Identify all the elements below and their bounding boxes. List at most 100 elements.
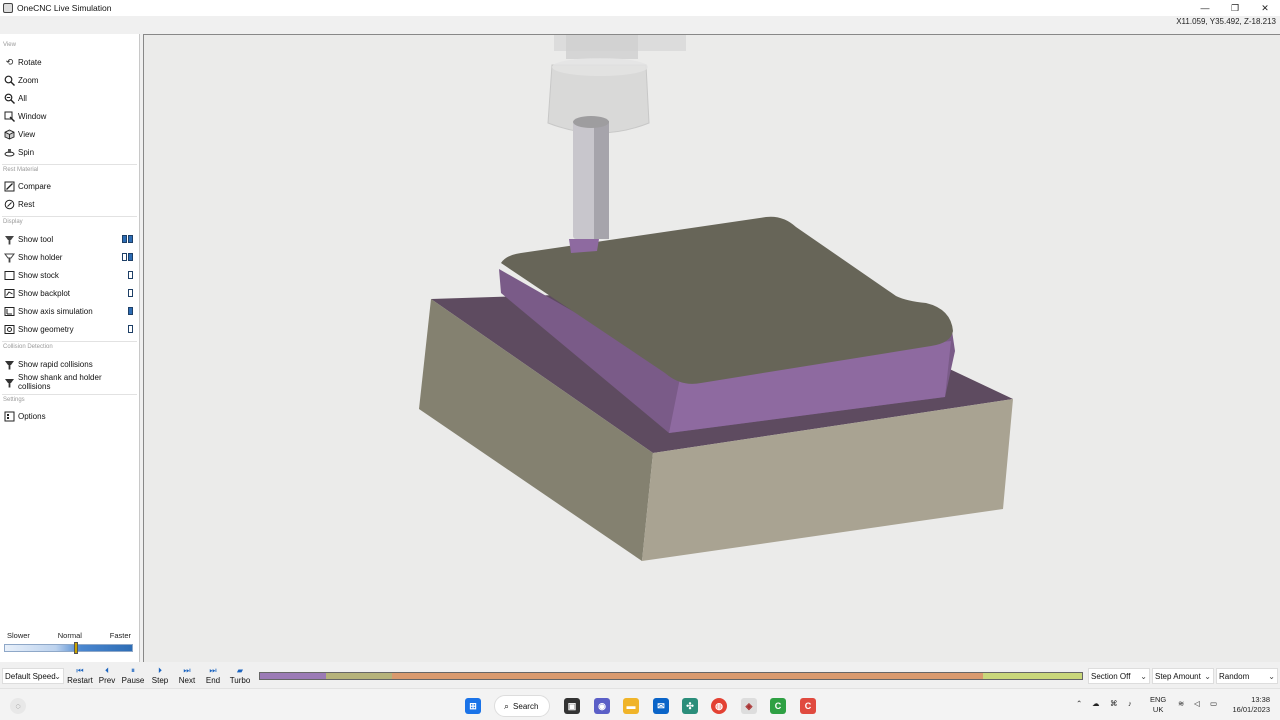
app-icon-teal[interactable]: ✣ bbox=[682, 698, 698, 714]
section-dropdown[interactable]: Section Off ⌄ bbox=[1088, 668, 1150, 684]
wifi-icon[interactable]: ≋ bbox=[1178, 699, 1184, 708]
group-label-collision: Collision Detection bbox=[3, 344, 53, 350]
start-icon[interactable]: ⊞ bbox=[465, 698, 481, 714]
holder-collar bbox=[566, 35, 638, 59]
simulation-progress-bar[interactable] bbox=[259, 672, 1083, 680]
step-amount-dropdown[interactable]: Step Amount ⌄ bbox=[1152, 668, 1214, 684]
prev-button[interactable]: ⏴ Prev bbox=[94, 666, 120, 687]
show-tool-checkbox[interactable] bbox=[122, 235, 133, 243]
step-button[interactable]: ⏵ Step bbox=[147, 666, 173, 687]
compare-button[interactable]: Compare bbox=[4, 178, 136, 194]
compare-icon bbox=[4, 181, 15, 192]
title-bar: OneCNC Live Simulation — ❐ ✕ bbox=[0, 0, 1280, 16]
show-tool-toggle[interactable]: Show tool bbox=[4, 231, 136, 247]
show-geometry-checkbox[interactable] bbox=[128, 325, 133, 333]
next-label: Next bbox=[178, 676, 196, 685]
app-icon-red[interactable]: C bbox=[800, 698, 816, 714]
show-backplot-checkbox[interactable] bbox=[128, 289, 133, 297]
pause-icon: ⏸ bbox=[131, 666, 135, 675]
step-amount-dropdown-value: Step Amount bbox=[1155, 671, 1201, 681]
chevron-down-icon: ⌄ bbox=[1204, 671, 1211, 681]
checkbox-off bbox=[128, 289, 133, 297]
show-axis-simulation-checkbox[interactable] bbox=[128, 307, 133, 315]
show-stock-checkbox[interactable] bbox=[128, 271, 133, 279]
spin-label: Spin bbox=[18, 147, 35, 157]
speed-normal-label: Normal bbox=[57, 631, 82, 640]
language-indicator[interactable]: ENG UK bbox=[1150, 695, 1166, 715]
speed-slider-thumb[interactable] bbox=[74, 642, 78, 654]
tray-chevron-icon[interactable]: ⌃ bbox=[1076, 699, 1082, 708]
spin-button[interactable]: Spin bbox=[4, 144, 136, 160]
zoom-window-button[interactable]: Window bbox=[4, 108, 136, 124]
random-dropdown[interactable]: Random ⌄ bbox=[1216, 668, 1278, 684]
zoom-label: Zoom bbox=[18, 75, 39, 85]
minimize-button[interactable]: — bbox=[1190, 0, 1220, 16]
show-stock-toggle[interactable]: Show stock bbox=[4, 267, 136, 283]
zoom-all-button[interactable]: All bbox=[4, 90, 136, 106]
progress-segment bbox=[260, 673, 326, 679]
rotate-icon: ⟲ bbox=[5, 56, 14, 67]
speed-dropdown[interactable]: Default Speed ⌄ bbox=[2, 668, 64, 684]
app-icon-green[interactable]: C bbox=[770, 698, 786, 714]
clock[interactable]: 13:38 16/01/2023 bbox=[1230, 695, 1270, 715]
geometry-icon bbox=[4, 324, 15, 335]
rest-button[interactable]: Rest bbox=[4, 196, 136, 212]
battery-icon[interactable]: ▭ bbox=[1210, 699, 1217, 708]
view-button[interactable]: View bbox=[4, 126, 136, 142]
pause-button[interactable]: ⏸ Pause bbox=[120, 666, 146, 687]
checkbox-on bbox=[128, 235, 133, 243]
close-button[interactable]: ✕ bbox=[1250, 0, 1280, 16]
show-rapid-collisions-button[interactable]: Show rapid collisions bbox=[4, 356, 136, 372]
show-axis-simulation-toggle[interactable]: Show axis simulation bbox=[4, 303, 136, 319]
zoom-all-icon bbox=[4, 93, 15, 104]
show-geometry-toggle[interactable]: Show geometry bbox=[4, 321, 136, 337]
clock-date: 16/01/2023 bbox=[1232, 705, 1270, 714]
restore-button[interactable]: ❐ bbox=[1220, 0, 1250, 16]
separator bbox=[2, 394, 137, 395]
show-backplot-toggle[interactable]: Show backplot bbox=[4, 285, 136, 301]
next-button[interactable]: ⏭ Next bbox=[174, 666, 200, 687]
chrome-icon[interactable]: ◍ bbox=[711, 698, 727, 714]
rotate-button[interactable]: ⟲ Rotate bbox=[4, 54, 136, 70]
volume-icon[interactable]: ◁ bbox=[1194, 699, 1200, 708]
tool-tip-top bbox=[573, 116, 609, 128]
widgets-icon[interactable]: ◌ bbox=[10, 698, 26, 714]
rest-label: Rest bbox=[18, 199, 35, 209]
search-icon: ⌕ bbox=[504, 700, 510, 711]
rapid-collision-icon bbox=[4, 359, 15, 370]
tool-shading bbox=[594, 121, 609, 239]
turbo-icon: ▰ bbox=[236, 666, 244, 675]
microphone-icon[interactable]: ♪ bbox=[1128, 699, 1132, 708]
step-back-icon: ⏴ bbox=[105, 666, 109, 675]
taskbar-search[interactable]: ⌕ Search bbox=[494, 695, 550, 717]
backplot-icon bbox=[4, 288, 15, 299]
chat-icon[interactable]: ◉ bbox=[594, 698, 610, 714]
show-shank-holder-collisions-button[interactable]: Show shank and holder collisions bbox=[4, 373, 136, 391]
group-label-view: View bbox=[3, 42, 16, 48]
task-view-icon[interactable]: ▣ bbox=[564, 698, 580, 714]
mail-icon[interactable]: ✉ bbox=[653, 698, 669, 714]
speed-slider[interactable] bbox=[4, 642, 133, 654]
show-holder-toggle[interactable]: Show holder bbox=[4, 249, 136, 265]
file-explorer-icon[interactable]: ▬ bbox=[623, 698, 639, 714]
options-button[interactable]: Options bbox=[4, 408, 136, 424]
restart-label: Restart bbox=[67, 676, 93, 685]
cube-view-icon bbox=[4, 128, 15, 140]
tool-icon bbox=[4, 234, 15, 245]
group-label-display: Display bbox=[3, 219, 23, 225]
show-holder-checkbox[interactable] bbox=[122, 253, 133, 261]
restart-button[interactable]: ⏮ Restart bbox=[67, 666, 93, 687]
view-label: View bbox=[18, 129, 36, 139]
simulation-viewport[interactable] bbox=[143, 34, 1280, 662]
cloud-icon[interactable]: ☁ bbox=[1092, 699, 1100, 708]
tool-cutter bbox=[569, 239, 599, 253]
zoom-button[interactable]: Zoom bbox=[4, 72, 136, 88]
speed-labels: Slower Normal Faster bbox=[7, 631, 131, 640]
network-icon[interactable]: ⌘ bbox=[1110, 699, 1118, 708]
onecnc-icon[interactable]: ◈ bbox=[741, 698, 757, 714]
speed-faster-label: Faster bbox=[109, 631, 131, 640]
chevron-down-icon: ⌄ bbox=[1268, 671, 1275, 681]
end-button[interactable]: ⏭ End bbox=[200, 666, 226, 687]
turbo-button[interactable]: ▰ Turbo bbox=[227, 666, 253, 687]
checkbox-on bbox=[128, 253, 133, 261]
